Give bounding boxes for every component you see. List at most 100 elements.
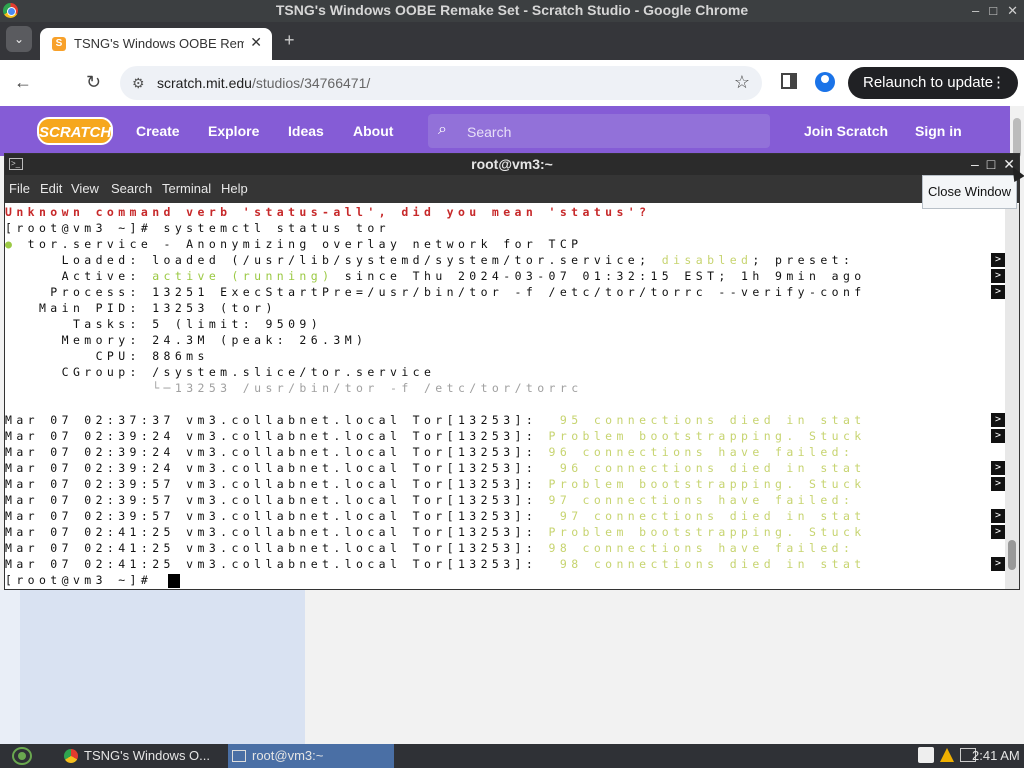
terminal-scroll-thumb[interactable] (1008, 540, 1016, 570)
tab-search-button[interactable]: ⌄ (6, 26, 32, 52)
warning-icon[interactable] (940, 748, 954, 762)
url-text: scratch.mit.edu/studios/34766471/ (157, 75, 371, 91)
terminal-line: Mar 07 02:39:24 vm3.collabnet.local Tor[… (5, 461, 866, 475)
nav-explore[interactable]: Explore (208, 123, 259, 139)
terminal-line: Mar 07 02:39:24 vm3.collabnet.local Tor[… (5, 429, 866, 443)
tab-title: TSNG's Windows OOBE Remake Set - Scratch… (74, 36, 244, 51)
menu-dots-icon[interactable]: ⋮ (991, 67, 1006, 99)
terminal-line: ● tor.service - Anonymizing overlay netw… (5, 237, 583, 251)
menu-edit[interactable]: Edit (40, 181, 62, 196)
studio-page-body (0, 590, 1010, 744)
terminal-line: Mar 07 02:39:57 vm3.collabnet.local Tor[… (5, 493, 855, 507)
terminal-line: Unknown command verb 'status-all', did y… (5, 205, 651, 219)
chrome-titlebar: TSNG's Windows OOBE Remake Set - Scratch… (0, 0, 1024, 22)
truncation-marker: > (991, 285, 1005, 299)
scratch-navbar: SCRATCH Create Explore Ideas About ⌕ Sea… (0, 106, 1010, 156)
browser-tab[interactable]: S TSNG's Windows OOBE Remake Set - Scrat… (40, 28, 272, 60)
search-placeholder: Search (467, 124, 512, 140)
taskbar-terminal-task[interactable]: root@vm3:~ (228, 744, 394, 768)
truncation-marker: > (991, 557, 1005, 571)
side-panel-icon[interactable] (781, 73, 797, 89)
maximize-button[interactable]: □ (989, 0, 997, 21)
tray-app-icon[interactable] (918, 747, 934, 763)
taskbar-chrome-task[interactable]: TSNG's Windows O... (60, 744, 223, 768)
relaunch-button[interactable]: Relaunch to update ⋮ (848, 67, 1018, 99)
system-tray (918, 747, 976, 763)
truncation-marker: > (991, 477, 1005, 491)
clock[interactable]: 2:41 AM (972, 744, 1020, 768)
terminal-icon: >_ (9, 158, 23, 170)
profile-icon[interactable] (815, 72, 835, 92)
window-title: TSNG's Windows OOBE Remake Set - Scratch… (275, 2, 749, 18)
terminal-line: Memory: 24.3M (peak: 26.3M) (5, 333, 368, 347)
terminal-line: Process: 13251 ExecStartPre=/usr/bin/tor… (5, 285, 866, 299)
nav-ideas[interactable]: Ideas (288, 123, 324, 139)
terminal-title: root@vm3:~ (471, 156, 553, 172)
reload-icon[interactable]: ↻ (86, 72, 101, 93)
scratch-favicon-icon: S (52, 37, 66, 51)
browser-toolbar: ← ↻ ⚙ scratch.mit.edu/studios/34766471/ … (0, 60, 1024, 106)
terminal-line: Mar 07 02:39:24 vm3.collabnet.local Tor[… (5, 445, 855, 459)
new-tab-button[interactable]: + (284, 30, 295, 51)
terminal-line: Active: active (running) since Thu 2024-… (5, 269, 866, 283)
page-scroll-thumb[interactable] (1013, 118, 1021, 158)
scratch-logo[interactable]: SCRATCH (37, 117, 113, 145)
terminal-line: └─13253 /usr/bin/tor -f /etc/tor/torrc (152, 381, 583, 395)
truncation-marker: > (991, 429, 1005, 443)
tab-close-button[interactable]: ✕ (250, 34, 262, 51)
back-icon[interactable]: ← (14, 72, 32, 93)
search-icon: ⌕ (438, 121, 447, 138)
terminal-line: Mar 07 02:39:57 vm3.collabnet.local Tor[… (5, 509, 866, 523)
nav-create[interactable]: Create (136, 123, 180, 139)
terminal-menubar: File Edit View Search Terminal Help (5, 175, 1019, 203)
terminal-line: Mar 07 02:41:25 vm3.collabnet.local Tor[… (5, 525, 866, 539)
terminal-line: [root@vm3 ~]# systemctl status tor (5, 221, 391, 235)
close-button[interactable]: ✕ (1007, 0, 1018, 21)
truncation-marker: > (991, 253, 1005, 267)
window-controls: – □ ✕ (972, 0, 1018, 21)
address-bar[interactable]: ⚙ scratch.mit.edu/studios/34766471/ ☆ (120, 66, 762, 100)
terminal-window: >_ root@vm3:~ – □ ✕ File Edit View Searc… (4, 153, 1020, 590)
terminal-line: Mar 07 02:41:25 vm3.collabnet.local Tor[… (5, 541, 855, 555)
truncation-marker: > (991, 509, 1005, 523)
terminal-minimize-button[interactable]: – (971, 154, 979, 174)
chrome-logo-icon (3, 3, 18, 18)
start-menu-icon[interactable] (12, 747, 32, 765)
nav-about[interactable]: About (353, 123, 393, 139)
menu-view[interactable]: View (71, 181, 99, 196)
terminal-titlebar[interactable]: >_ root@vm3:~ – □ ✕ (5, 154, 1019, 175)
truncation-marker: > (991, 269, 1005, 283)
join-scratch-link[interactable]: Join Scratch (804, 123, 888, 139)
terminal-scrollbar[interactable] (1005, 204, 1019, 589)
terminal-line: CPU: 886ms (5, 349, 209, 363)
terminal-line: Loaded: loaded (/usr/lib/systemd/system/… (5, 253, 866, 267)
star-icon[interactable]: ☆ (734, 72, 750, 93)
tab-strip: ⌄ S TSNG's Windows OOBE Remake Set - Scr… (0, 22, 1024, 60)
tune-icon[interactable]: ⚙ (132, 75, 145, 92)
terminal-line: CGroup: /system.slice/tor.service (5, 365, 436, 379)
terminal-maximize-button[interactable]: □ (987, 154, 995, 174)
sign-in-link[interactable]: Sign in (915, 123, 962, 139)
chrome-task-icon (64, 749, 78, 763)
terminal-line: [root@vm3 ~]# (5, 572, 180, 588)
truncation-marker: > (991, 461, 1005, 475)
studio-sidebar (20, 590, 305, 744)
menu-terminal[interactable]: Terminal (162, 181, 211, 196)
terminal-line: Main PID: 13253 (tor) (5, 301, 277, 315)
close-window-tooltip: Close Window (922, 175, 1017, 209)
menu-search[interactable]: Search (111, 181, 152, 196)
terminal-line: Tasks: 5 (limit: 9509) (5, 317, 323, 331)
truncation-marker: > (991, 413, 1005, 427)
terminal-line: Mar 07 02:37:37 vm3.collabnet.local Tor[… (5, 413, 866, 427)
terminal-line: Mar 07 02:39:57 vm3.collabnet.local Tor[… (5, 477, 866, 491)
terminal-output[interactable]: Unknown command verb 'status-all', did y… (5, 204, 1005, 589)
menu-help[interactable]: Help (221, 181, 248, 196)
terminal-task-icon (232, 750, 246, 762)
scratch-search[interactable]: ⌕ Search (428, 114, 770, 148)
terminal-cursor (167, 573, 180, 588)
menu-file[interactable]: File (9, 181, 30, 196)
minimize-button[interactable]: – (972, 0, 979, 21)
terminal-line: Mar 07 02:41:25 vm3.collabnet.local Tor[… (5, 557, 866, 571)
studio-content (305, 590, 1010, 744)
taskbar: TSNG's Windows O... root@vm3:~ 2:41 AM (0, 744, 1024, 768)
